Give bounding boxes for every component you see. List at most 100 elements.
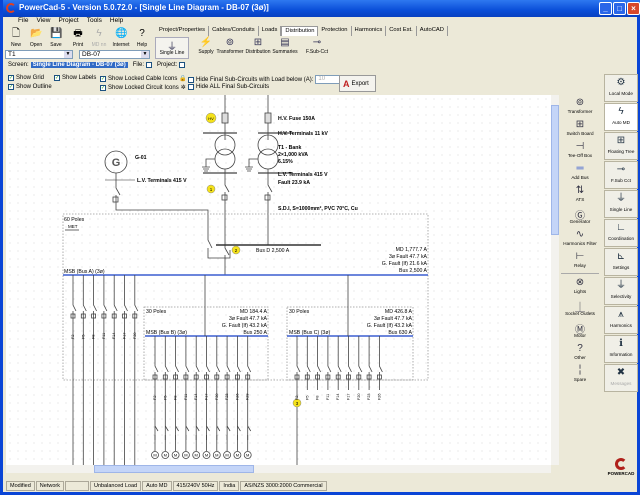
transformer-1-secondary[interactable]	[214, 148, 236, 170]
circuit-breaker[interactable]	[317, 336, 321, 390]
circuit-breaker[interactable]	[82, 275, 87, 465]
tab-distribution[interactable]: Distribution	[281, 26, 319, 36]
feeder-circuit[interactable]	[376, 336, 383, 390]
feeder-circuit[interactable]	[70, 275, 77, 465]
palette-spare[interactable]: ╎ Spare	[559, 365, 601, 382]
menu-tools[interactable]: Tools	[87, 17, 102, 26]
feeder-circuit[interactable]	[101, 275, 108, 465]
maximize-button[interactable]: □	[613, 2, 626, 15]
feeder-circuit[interactable]	[304, 336, 311, 390]
feeder-circuit[interactable]	[111, 275, 118, 465]
feeder-circuit[interactable]	[346, 336, 352, 390]
panel-f-sub-cct[interactable]: ⊸ F.Sub Cct	[604, 161, 638, 189]
palette-tee-off-box[interactable]: ⊣ Tee-Off Box	[559, 141, 601, 158]
open-button[interactable]: 📂 Open	[25, 27, 47, 50]
feeder-circuit[interactable]	[132, 275, 139, 465]
tab-protection[interactable]: Protection	[318, 26, 352, 36]
circuit-breaker[interactable]	[103, 275, 108, 465]
isolator[interactable]	[216, 425, 221, 440]
transformer-select[interactable]: T1 ▼	[5, 50, 73, 59]
menu-help[interactable]: Help	[110, 17, 123, 26]
feeder-circuit[interactable]	[356, 336, 363, 390]
tab-loads[interactable]: Loads	[259, 26, 282, 36]
locked-circuit-checkbox[interactable]: ✓	[100, 84, 106, 91]
diagram-canvas[interactable]: HV H.V. Fuse 150A H.V. Terminals 11 kV T…	[6, 95, 551, 465]
vertical-scroll-thumb[interactable]	[551, 105, 559, 235]
show-labels-option[interactable]: ✓ Show Labels	[54, 75, 96, 81]
locked-cable-option[interactable]: ✓ Show Locked Cable Icons 🔒	[100, 75, 187, 82]
panel-single-line[interactable]: ⏚ Single Line	[604, 190, 638, 218]
md-button[interactable]: ϟ MD nn	[88, 27, 110, 50]
circuit-breaker[interactable]	[154, 336, 159, 451]
hide-all-checkbox[interactable]	[188, 84, 194, 90]
palette-lights[interactable]: ⊗ Lights	[559, 277, 601, 294]
screen-value[interactable]: Single Line Diagram - DB-07 (3ø)	[30, 62, 128, 68]
isolator[interactable]	[164, 425, 169, 440]
circuit-breaker[interactable]	[72, 275, 77, 465]
vertical-scrollbar[interactable]	[551, 95, 559, 465]
panel-auto-md[interactable]: ϟ Auto MD	[604, 103, 638, 131]
tab-cost-est[interactable]: Cost Est.	[386, 26, 417, 36]
hide-below-option[interactable]: Hide Final Sub-Circuits with Load below …	[188, 75, 345, 84]
lv-breaker-1[interactable]	[224, 169, 230, 245]
feeder-circuit[interactable]	[91, 275, 97, 465]
horizontal-scrollbar[interactable]	[6, 465, 551, 473]
palette-motor[interactable]: Ⓜ Motor	[559, 321, 601, 338]
menu-view[interactable]: View	[36, 17, 50, 26]
isolator[interactable]	[237, 425, 241, 440]
print-button[interactable]: 🖶 Print	[67, 27, 89, 50]
hv-fuse-2[interactable]	[264, 112, 272, 124]
feeder-circuit[interactable]	[366, 336, 373, 390]
save-button[interactable]: 💾 Save	[45, 27, 67, 50]
circuit-breaker[interactable]	[306, 336, 311, 390]
board-select[interactable]: DB-07 ▼	[79, 50, 150, 59]
isolator[interactable]	[185, 425, 190, 440]
palette-harmonics-filter[interactable]: ∿ Harmonics Filter	[559, 229, 601, 246]
single-line-tool[interactable]: ⏚ Single Line	[155, 37, 189, 59]
circuit-breaker[interactable]	[368, 336, 373, 390]
circuit-breaker[interactable]	[185, 336, 190, 451]
panel-information[interactable]: ℹ Information	[604, 335, 638, 363]
horizontal-scroll-thumb[interactable]	[94, 465, 254, 473]
show-outline-checkbox[interactable]: ✓	[8, 84, 14, 90]
circuit-breaker[interactable]	[175, 336, 179, 451]
palette-add-bus[interactable]: ═ Add Bus	[559, 163, 601, 180]
minimize-button[interactable]: _	[599, 2, 612, 15]
isolator[interactable]	[247, 425, 252, 440]
help-button[interactable]: ? Help	[131, 27, 153, 50]
locked-cable-checkbox[interactable]: ✓	[100, 75, 106, 82]
fsubcct-tool[interactable]: ⊸ F.Sub-Cct	[300, 37, 334, 59]
close-button[interactable]: ×	[627, 2, 640, 15]
locked-circuit-option[interactable]: ✓ Show Locked Circuit Icons ✲	[100, 84, 186, 91]
isolator[interactable]	[195, 425, 200, 440]
panel-harmonics[interactable]: ⩚ Harmonics	[604, 306, 638, 334]
hide-below-checkbox[interactable]	[188, 76, 194, 83]
file-checkbox[interactable]	[146, 62, 153, 68]
menu-project[interactable]: Project	[58, 17, 78, 26]
export-button[interactable]: A Export	[339, 75, 376, 92]
feeder-circuit[interactable]	[325, 336, 332, 390]
panel-local-mode[interactable]: ⚙ Local Mode	[604, 74, 638, 102]
isolator[interactable]	[154, 425, 159, 440]
bus-tie-breaker[interactable]	[224, 245, 230, 275]
panel-settings[interactable]: ⊾ Settings	[604, 248, 638, 276]
tab-cables[interactable]: Cables/Conduits	[209, 26, 259, 36]
internet-button[interactable]: 🌐 Internet	[110, 27, 132, 50]
isolator[interactable]	[226, 425, 231, 440]
isolator[interactable]	[175, 425, 179, 440]
circuit-breaker[interactable]	[327, 336, 332, 390]
menu-file[interactable]: File	[18, 17, 28, 26]
circuit-breaker[interactable]	[337, 336, 342, 390]
circuit-breaker[interactable]	[93, 275, 97, 465]
summaries-tool[interactable]: ▤ Summaries	[268, 37, 302, 59]
palette-relay[interactable]: ⊢ Relay	[559, 251, 601, 268]
circuit-breaker[interactable]	[124, 275, 128, 465]
show-outline-option[interactable]: ✓ Show Outline	[8, 84, 52, 90]
lv-breaker-2[interactable]	[267, 169, 273, 245]
feeder-circuit[interactable]	[122, 275, 128, 465]
tab-autocad[interactable]: AutoCAD	[417, 26, 448, 36]
palette-socket-outlets[interactable]: ⏊ Socket Outlets	[559, 299, 601, 316]
transformer-2-secondary[interactable]	[257, 148, 279, 170]
circuit-breaker[interactable]	[113, 275, 118, 465]
panel-selectivity[interactable]: ⏚ Selectivity	[604, 277, 638, 305]
